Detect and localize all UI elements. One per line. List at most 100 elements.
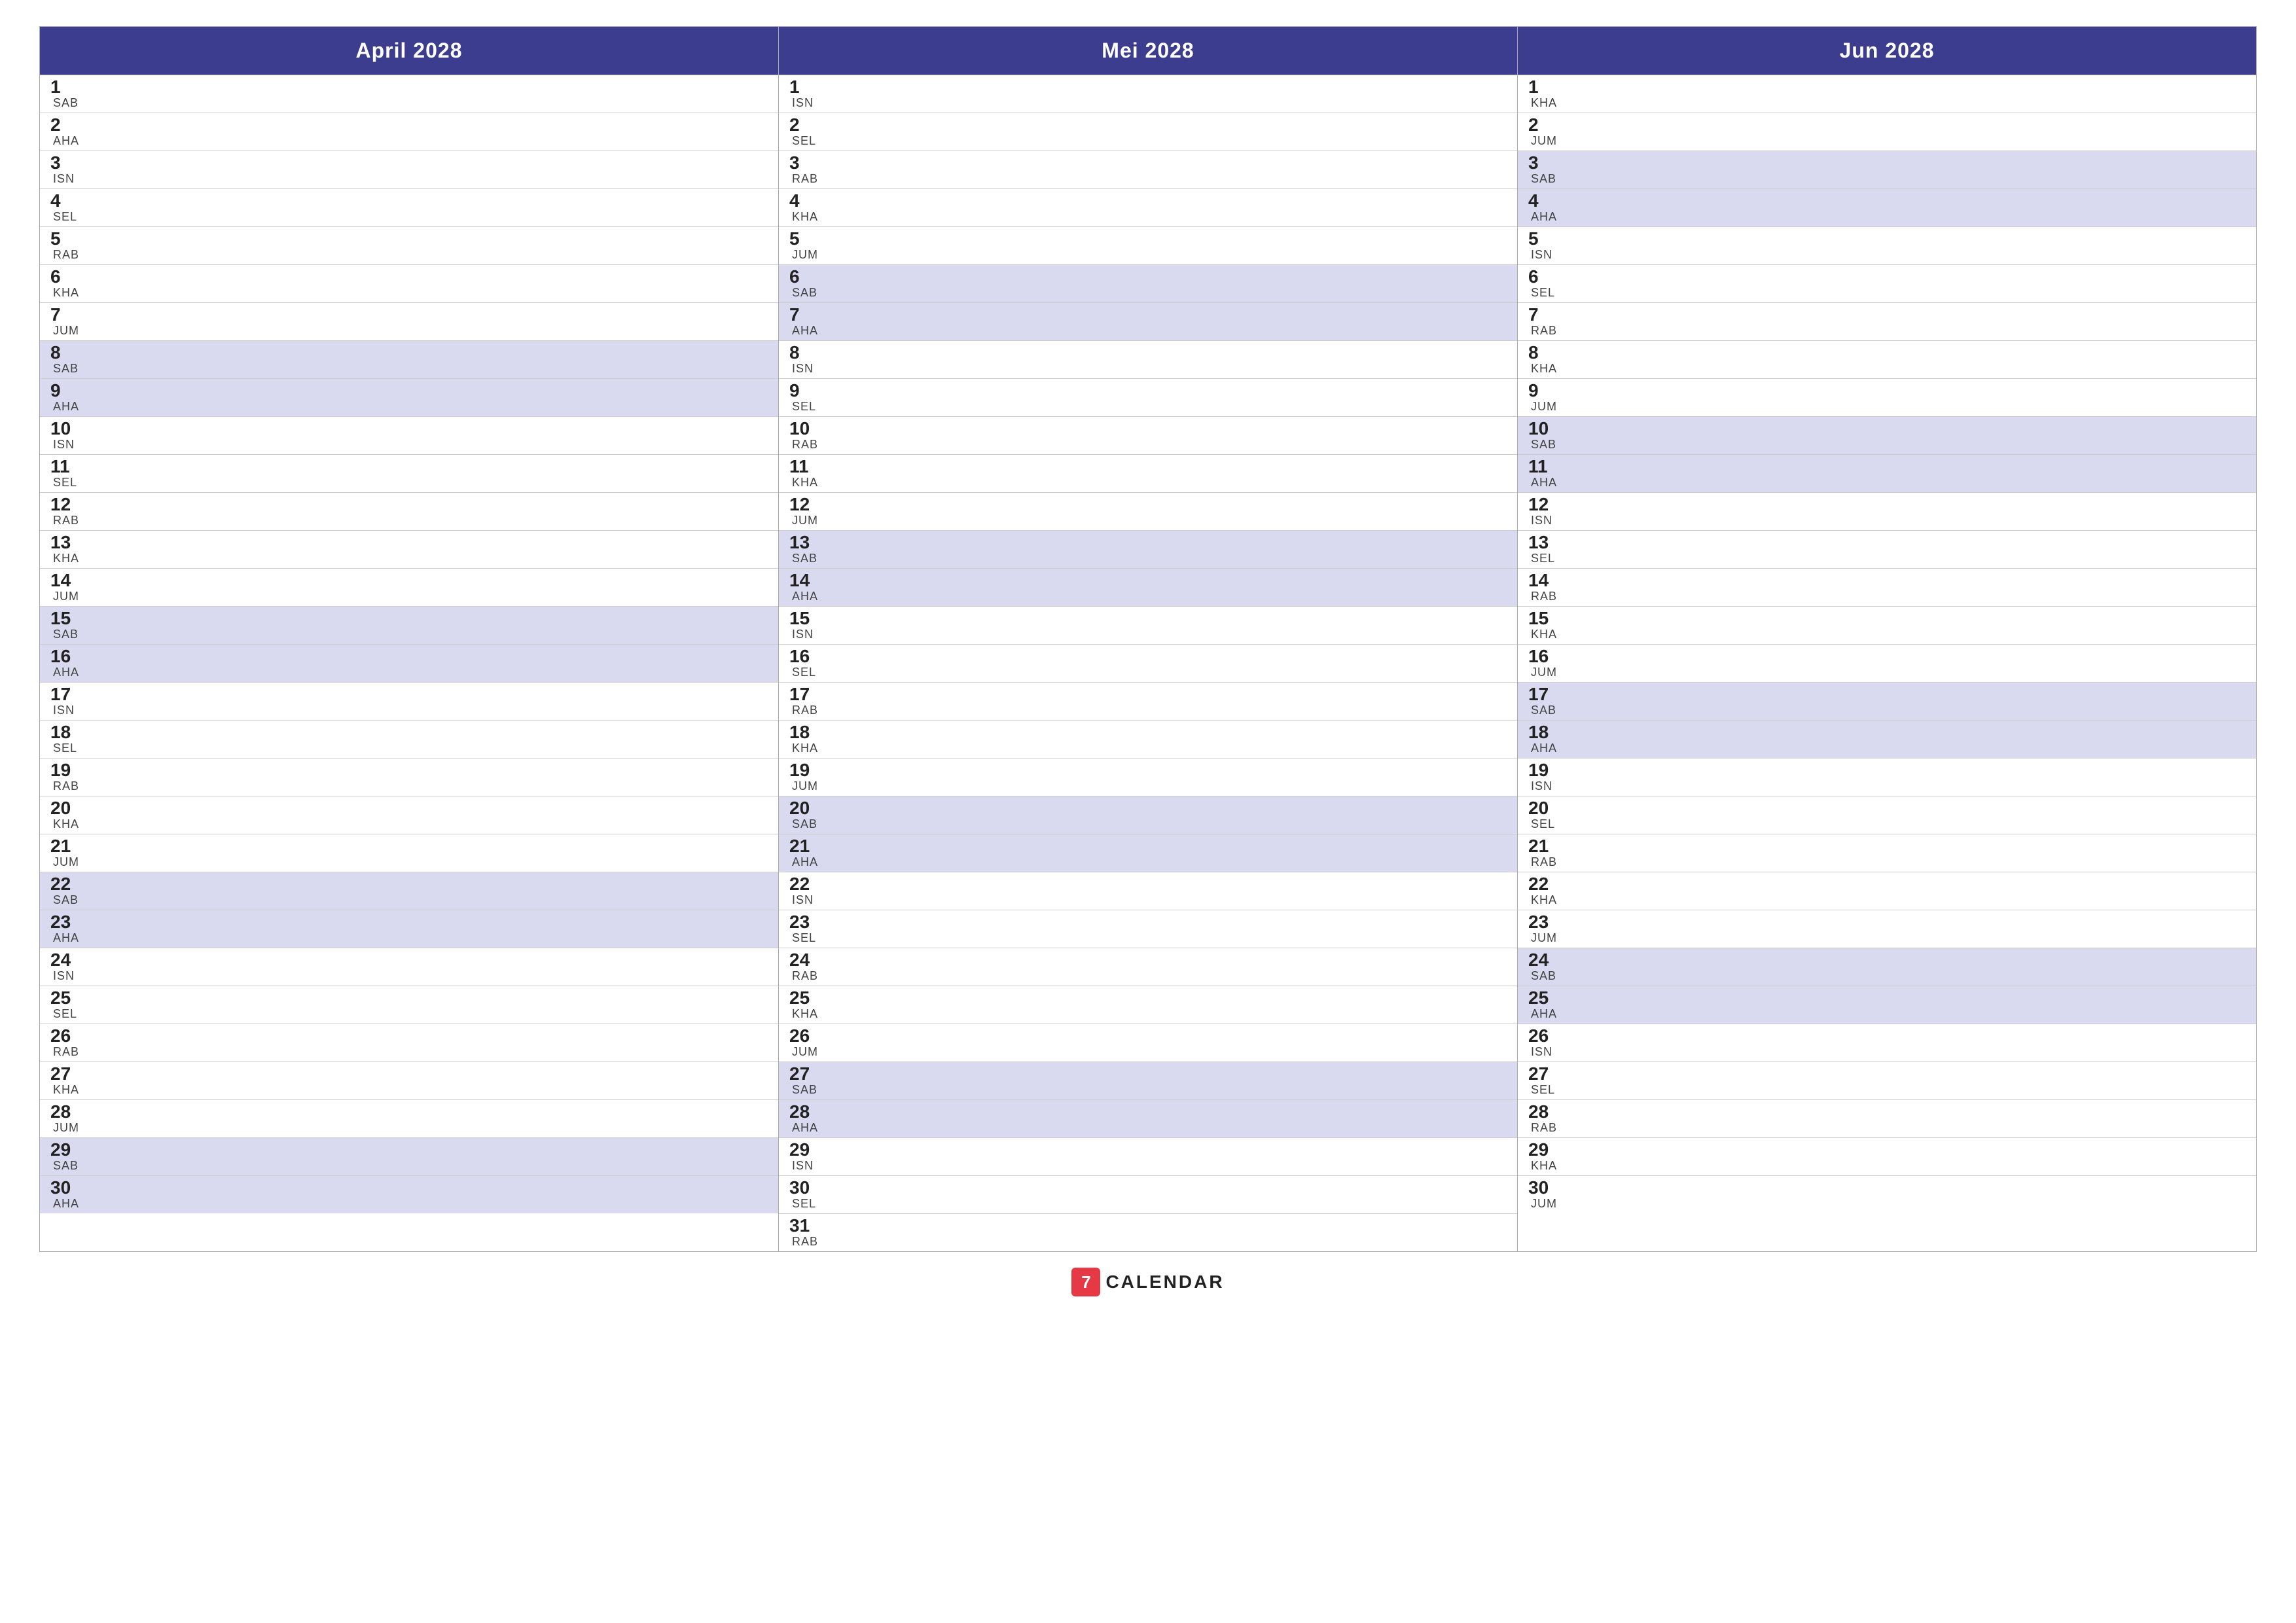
day-row[interactable]: 27SEL — [1518, 1062, 2256, 1100]
day-name: RAB — [53, 514, 83, 527]
day-row[interactable]: 22ISN — [779, 872, 1517, 910]
day-row[interactable]: 28JUM — [40, 1100, 778, 1138]
day-row[interactable]: 6KHA — [40, 265, 778, 303]
day-row[interactable]: 7RAB — [1518, 303, 2256, 341]
day-row[interactable]: 15ISN — [779, 607, 1517, 645]
day-row[interactable]: 4AHA — [1518, 189, 2256, 227]
day-row[interactable]: 13SEL — [1518, 531, 2256, 569]
day-name: JUM — [792, 779, 822, 793]
day-row[interactable]: 16SEL — [779, 645, 1517, 683]
day-row[interactable]: 3ISN — [40, 151, 778, 189]
day-row[interactable]: 19JUM — [779, 758, 1517, 796]
day-row[interactable]: 14RAB — [1518, 569, 2256, 607]
day-row[interactable]: 5RAB — [40, 227, 778, 265]
day-row[interactable]: 25AHA — [1518, 986, 2256, 1024]
day-name: RAB — [792, 704, 822, 717]
day-row[interactable]: 26ISN — [1518, 1024, 2256, 1062]
day-row[interactable]: 10SAB — [1518, 417, 2256, 455]
day-row[interactable]: 21RAB — [1518, 834, 2256, 872]
day-cell: 24SAB — [1528, 951, 1561, 983]
day-cell: 16SEL — [789, 647, 822, 679]
day-row[interactable]: 10RAB — [779, 417, 1517, 455]
day-row[interactable]: 23SEL — [779, 910, 1517, 948]
day-row[interactable]: 28AHA — [779, 1100, 1517, 1138]
day-row[interactable]: 25SEL — [40, 986, 778, 1024]
day-row[interactable]: 28RAB — [1518, 1100, 2256, 1138]
day-row[interactable]: 17RAB — [779, 683, 1517, 721]
day-row[interactable]: 5ISN — [1518, 227, 2256, 265]
day-row[interactable]: 2SEL — [779, 113, 1517, 151]
day-row[interactable]: 3SAB — [1518, 151, 2256, 189]
day-row[interactable]: 25KHA — [779, 986, 1517, 1024]
day-row[interactable]: 24SAB — [1518, 948, 2256, 986]
day-row[interactable]: 19RAB — [40, 758, 778, 796]
day-row[interactable]: 23JUM — [1518, 910, 2256, 948]
day-row[interactable]: 9JUM — [1518, 379, 2256, 417]
day-row[interactable]: 1ISN — [779, 75, 1517, 113]
day-row[interactable]: 14JUM — [40, 569, 778, 607]
day-row[interactable]: 26RAB — [40, 1024, 778, 1062]
day-row[interactable]: 22SAB — [40, 872, 778, 910]
day-row[interactable]: 16JUM — [1518, 645, 2256, 683]
day-row[interactable]: 19ISN — [1518, 758, 2256, 796]
day-row[interactable]: 15KHA — [1518, 607, 2256, 645]
day-row[interactable]: 8ISN — [779, 341, 1517, 379]
day-row[interactable]: 6SEL — [1518, 265, 2256, 303]
day-row[interactable]: 4KHA — [779, 189, 1517, 227]
day-row[interactable]: 9AHA — [40, 379, 778, 417]
day-row[interactable]: 29SAB — [40, 1138, 778, 1176]
day-row[interactable]: 27SAB — [779, 1062, 1517, 1100]
day-row[interactable]: 1SAB — [40, 75, 778, 113]
day-row[interactable]: 8SAB — [40, 341, 778, 379]
day-row[interactable]: 21JUM — [40, 834, 778, 872]
day-row[interactable]: 9SEL — [779, 379, 1517, 417]
day-row[interactable]: 3RAB — [779, 151, 1517, 189]
day-row[interactable]: 18KHA — [779, 721, 1517, 758]
day-row[interactable]: 20KHA — [40, 796, 778, 834]
day-row[interactable]: 13SAB — [779, 531, 1517, 569]
day-row[interactable]: 24RAB — [779, 948, 1517, 986]
day-row[interactable]: 20SAB — [779, 796, 1517, 834]
day-row[interactable]: 13KHA — [40, 531, 778, 569]
day-row[interactable]: 29ISN — [779, 1138, 1517, 1176]
day-row[interactable]: 30AHA — [40, 1176, 778, 1213]
day-row[interactable]: 1KHA — [1518, 75, 2256, 113]
day-row[interactable]: 14AHA — [779, 569, 1517, 607]
day-row[interactable]: 5JUM — [779, 227, 1517, 265]
day-row[interactable]: 24ISN — [40, 948, 778, 986]
day-row[interactable]: 10ISN — [40, 417, 778, 455]
day-row[interactable]: 16AHA — [40, 645, 778, 683]
day-row[interactable]: 7JUM — [40, 303, 778, 341]
day-row[interactable]: 12JUM — [779, 493, 1517, 531]
day-row[interactable]: 12ISN — [1518, 493, 2256, 531]
day-row[interactable]: 23AHA — [40, 910, 778, 948]
day-row[interactable]: 8KHA — [1518, 341, 2256, 379]
day-row[interactable]: 15SAB — [40, 607, 778, 645]
day-row[interactable]: 26JUM — [779, 1024, 1517, 1062]
day-row[interactable]: 6SAB — [779, 265, 1517, 303]
day-row[interactable]: 18AHA — [1518, 721, 2256, 758]
day-number: 28 — [789, 1103, 822, 1121]
day-row[interactable]: 20SEL — [1518, 796, 2256, 834]
day-row[interactable]: 30JUM — [1518, 1176, 2256, 1213]
day-row[interactable]: 7AHA — [779, 303, 1517, 341]
day-row[interactable]: 22KHA — [1518, 872, 2256, 910]
day-row[interactable]: 11SEL — [40, 455, 778, 493]
day-row[interactable]: 11KHA — [779, 455, 1517, 493]
day-number: 20 — [789, 799, 822, 817]
day-row[interactable]: 18SEL — [40, 721, 778, 758]
day-row[interactable]: 11AHA — [1518, 455, 2256, 493]
day-row[interactable]: 17SAB — [1518, 683, 2256, 721]
day-row[interactable]: 30SEL — [779, 1176, 1517, 1214]
month-col-1: Mei 20281ISN2SEL3RAB4KHA5JUM6SAB7AHA8ISN… — [779, 27, 1518, 1251]
day-row[interactable]: 17ISN — [40, 683, 778, 721]
day-row[interactable]: 21AHA — [779, 834, 1517, 872]
day-name: AHA — [792, 590, 822, 603]
day-row[interactable]: 29KHA — [1518, 1138, 2256, 1176]
day-row[interactable]: 4SEL — [40, 189, 778, 227]
day-row[interactable]: 27KHA — [40, 1062, 778, 1100]
day-row[interactable]: 12RAB — [40, 493, 778, 531]
day-row[interactable]: 2JUM — [1518, 113, 2256, 151]
day-row[interactable]: 31RAB — [779, 1214, 1517, 1251]
day-row[interactable]: 2AHA — [40, 113, 778, 151]
